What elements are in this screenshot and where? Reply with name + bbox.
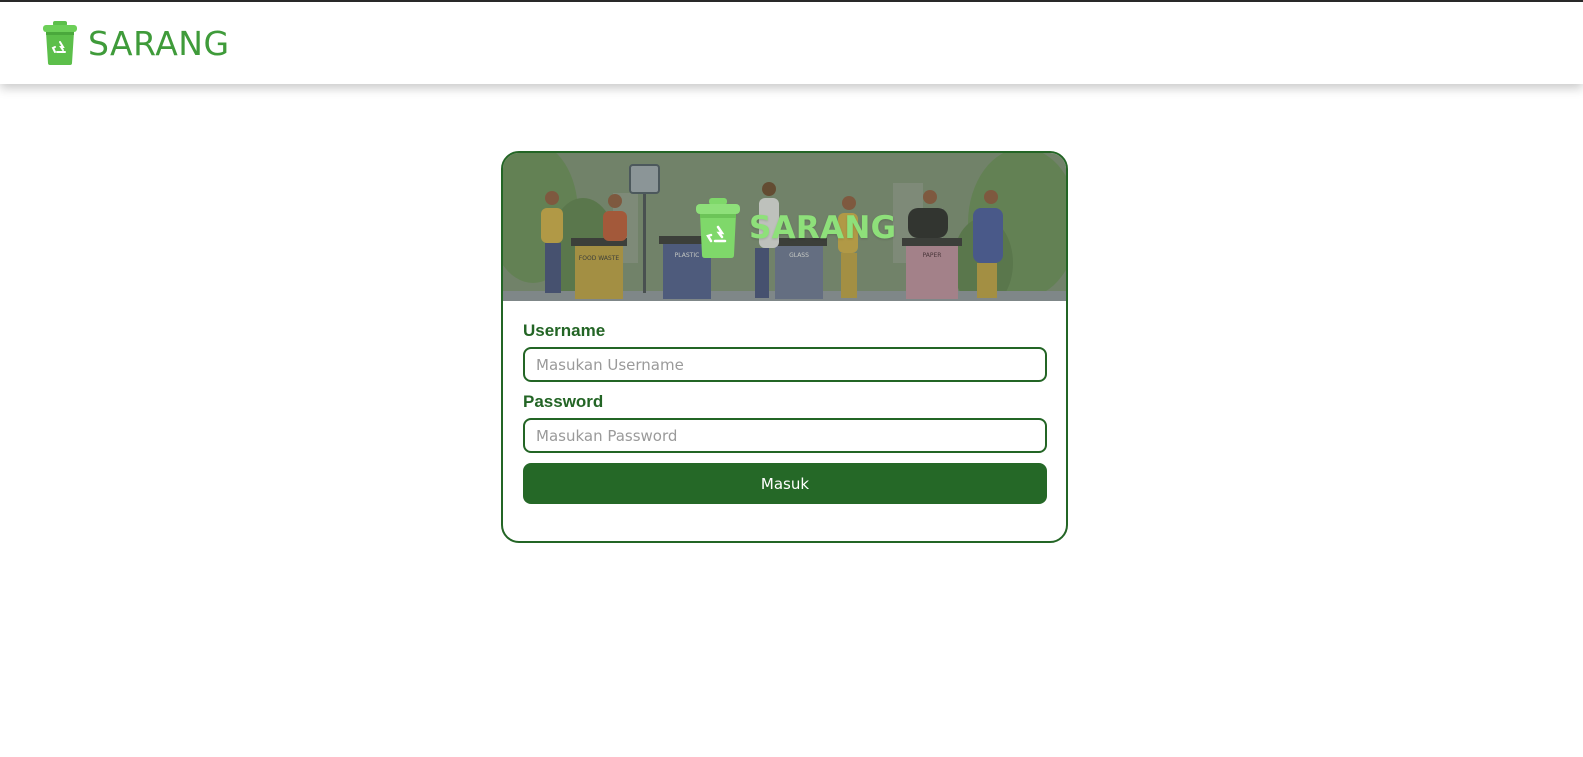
username-label: Username (523, 321, 606, 340)
banner-brand: SARANG (693, 197, 896, 259)
banner-brand-name: SARANG (749, 210, 897, 246)
brand-link[interactable]: SARANG (40, 20, 230, 66)
navbar: SARANG (0, 2, 1583, 84)
login-button[interactable]: Masuk (523, 463, 1047, 504)
login-banner: FOOD WASTE PLASTIC GLASS PAPER (503, 153, 1066, 301)
password-input[interactable] (523, 418, 1047, 453)
login-card: FOOD WASTE PLASTIC GLASS PAPER (501, 151, 1068, 543)
brand-name: SARANG (88, 23, 230, 63)
username-input[interactable] (523, 347, 1047, 382)
password-label: Password (523, 392, 604, 411)
recycle-bin-icon (43, 21, 77, 65)
login-form: Username Password Masuk (523, 321, 1047, 504)
recycle-bin-icon (696, 198, 740, 258)
